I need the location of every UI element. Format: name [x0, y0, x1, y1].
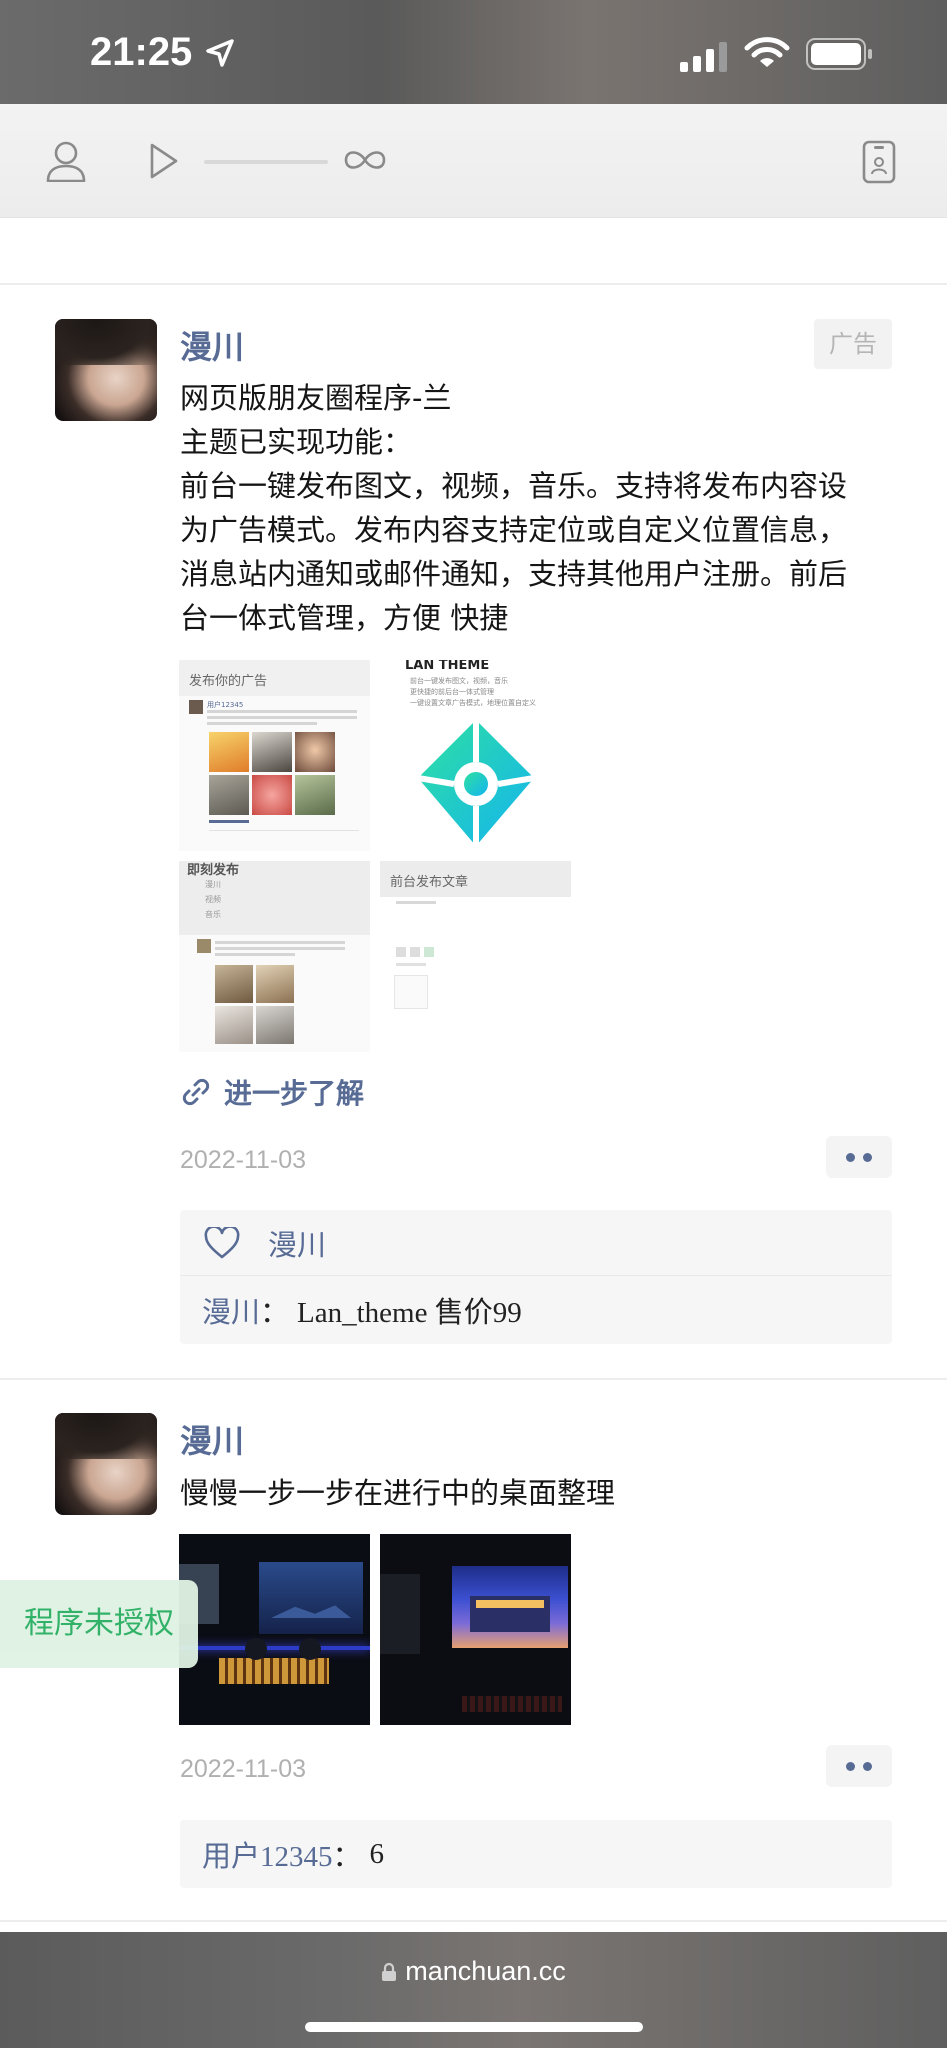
post-text-line: 消息站内通知或邮件通知，支持其他用户注册。前后 — [180, 557, 848, 591]
more-actions-button[interactable] — [826, 1136, 892, 1178]
dot-icon — [846, 1761, 855, 1771]
cellular-signal-icon — [680, 42, 727, 72]
play-icon[interactable] — [148, 142, 180, 180]
thumb-lines: 前台一键发布图文，视频，音乐 更快捷的前后台一体式管理 一键设置文章广告模式，地… — [410, 676, 536, 709]
liker-name[interactable]: 漫川 — [268, 1222, 326, 1264]
unauthorized-badge: 程序未授权 — [0, 1580, 198, 1668]
comment-row[interactable]: 用户12345 ： 6 — [180, 1820, 892, 1888]
dot-icon — [863, 1152, 872, 1162]
learn-more-link[interactable]: 进一步了解 — [180, 1072, 364, 1112]
lock-icon — [382, 1962, 397, 1981]
post-text: 慢慢一步一步在进行中的桌面整理 — [180, 1471, 900, 1515]
more-actions-button[interactable] — [826, 1745, 892, 1787]
thumb-user: 用户12345 — [207, 701, 244, 709]
thumb-line: 更快捷的前后台一体式管理 — [410, 688, 494, 696]
user-icon[interactable] — [46, 140, 86, 182]
location-arrow-icon — [206, 39, 234, 67]
post-author[interactable]: 漫川 — [180, 322, 244, 368]
comment-row[interactable]: 漫川 ： Lan_theme 售价99 — [180, 1276, 892, 1344]
post-text-line: 台一体式管理，方便 快捷 — [180, 601, 509, 635]
url-text: manchuan.cc — [405, 1956, 566, 1986]
thumb-menu-item: 视频 — [205, 895, 221, 904]
audio-progress-track[interactable] — [204, 160, 328, 164]
comment-text: Lan_theme 售价99 — [297, 1297, 522, 1329]
phone-icon[interactable] — [862, 140, 896, 184]
section-divider — [0, 283, 947, 285]
post-text-line: 前台一键发布图文，视频，音乐。支持将发布内容设 — [180, 469, 848, 503]
dot-icon — [846, 1152, 855, 1162]
post-date: 2022-11-03 — [180, 1755, 307, 1783]
thumb-title: 发布你的广告 — [189, 674, 268, 689]
dot-icon — [863, 1761, 872, 1771]
lan-theme-logo-icon — [417, 720, 535, 846]
learn-more-label: 进一步了解 — [224, 1077, 365, 1110]
top-toolbar — [0, 104, 947, 218]
post-image[interactable]: 即刻发布 漫川 视频 音乐 — [179, 861, 370, 1052]
avatar[interactable] — [55, 319, 157, 421]
post-divider — [0, 1920, 947, 1922]
loop-icon[interactable] — [342, 146, 388, 174]
post-image[interactable] — [179, 1534, 370, 1725]
interaction-panel: 漫川 漫川 ： Lan_theme 售价99 — [180, 1210, 892, 1344]
interaction-panel: 用户12345 ： 6 — [180, 1820, 892, 1888]
like-row: 漫川 — [180, 1210, 892, 1276]
status-time: 21:25 — [90, 30, 193, 74]
thumb-title: 前台发布文章 — [390, 875, 469, 890]
post-date: 2022-11-03 — [180, 1146, 307, 1174]
ad-badge: 广告 — [814, 319, 892, 369]
home-indicator[interactable] — [305, 2022, 643, 2032]
thumb-title: LAN THEME — [405, 660, 490, 673]
post-text-line: 网页版朋友圈程序-兰 — [180, 381, 452, 415]
status-bar: 21:25 — [0, 0, 947, 104]
post-text-line: 为广告模式。发布内容支持定位或自定义位置信息， — [180, 513, 848, 547]
comment-separator: ： — [332, 1841, 362, 1873]
post-image[interactable]: 发布你的广告 用户12345 — [179, 660, 370, 851]
comment-separator: ： — [260, 1297, 290, 1329]
post-divider — [0, 1378, 947, 1380]
thumb-menu-item: 音乐 — [205, 910, 221, 919]
avatar[interactable] — [55, 1413, 157, 1515]
thumb-menu: 漫川 视频 音乐 — [205, 877, 221, 922]
comment-text: 6 — [369, 1837, 385, 1870]
post-text-line: 慢慢一步一步在进行中的桌面整理 — [180, 1476, 616, 1510]
commenter-name[interactable]: 用户12345 — [202, 1833, 333, 1875]
battery-icon — [806, 38, 872, 70]
thumb-line: 一键设置文章广告模式，地理位置自定义 — [410, 699, 536, 707]
commenter-name[interactable]: 漫川 — [202, 1289, 260, 1331]
wifi-icon — [744, 37, 790, 67]
post-image[interactable] — [380, 1534, 571, 1725]
thumb-title: 即刻发布 — [187, 863, 240, 878]
heart-icon — [204, 1226, 240, 1258]
post-image[interactable]: 前台发布文章 — [380, 861, 571, 1052]
post-text-line: 主题已实现功能： — [180, 425, 413, 459]
url-display[interactable]: manchuan.cc — [0, 1956, 947, 1987]
browser-address-bar: manchuan.cc — [0, 1932, 947, 2048]
thumb-line: 前台一键发布图文，视频，音乐 — [410, 677, 508, 685]
thumb-menu-item: 漫川 — [205, 880, 221, 889]
post-text: 网页版朋友圈程序-兰 主题已实现功能： 前台一键发布图文，视频，音乐。支持将发布… — [180, 376, 900, 640]
link-icon — [182, 1078, 210, 1106]
post-image[interactable]: LAN THEME 前台一键发布图文，视频，音乐 更快捷的前后台一体式管理 一键… — [380, 660, 571, 851]
post-author[interactable]: 漫川 — [180, 1416, 244, 1462]
